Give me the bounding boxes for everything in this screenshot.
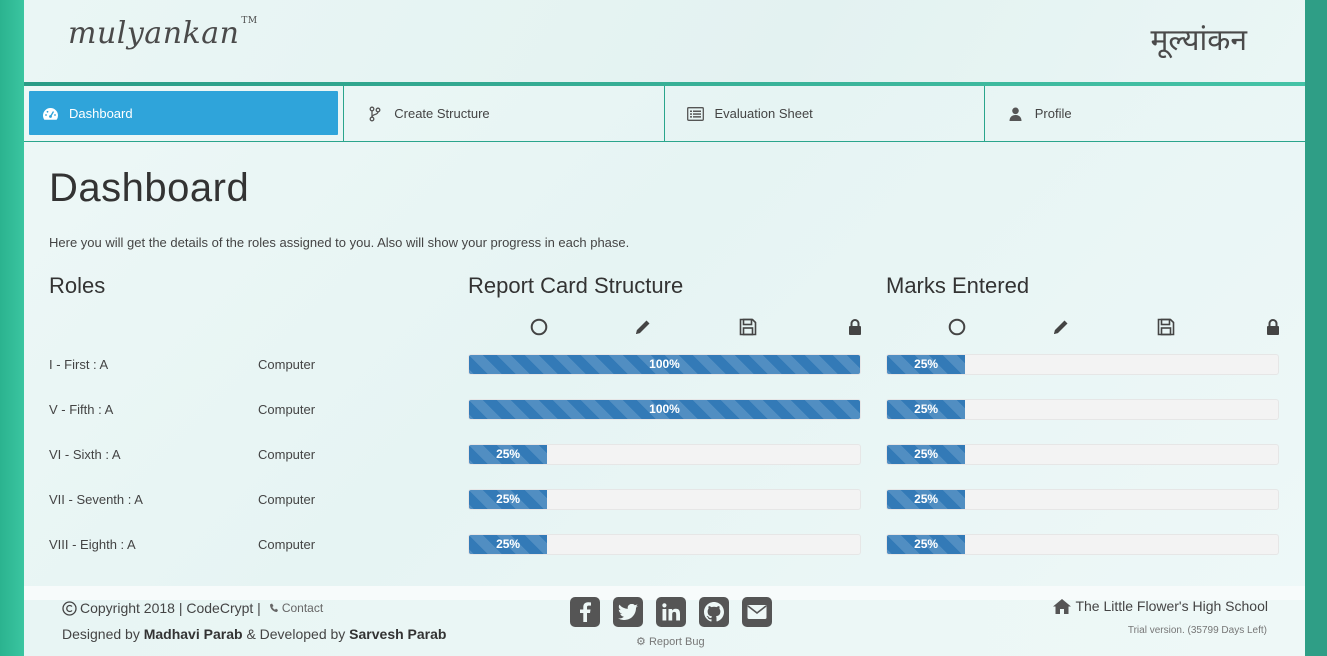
school-name: The Little Flower's High School (1053, 598, 1268, 614)
nav-item-profile[interactable]: Profile (985, 86, 1305, 141)
page-title: Dashboard (49, 166, 250, 210)
nav-label: Dashboard (69, 106, 133, 121)
logo-hindi: मूल्यांकन (1150, 23, 1247, 58)
school-label: The Little Flower's High School (1075, 598, 1268, 614)
marks-phase-icons (886, 318, 1279, 336)
nav-item-dashboard[interactable]: Dashboard (24, 86, 345, 141)
marks-heading: Marks Entered (886, 273, 1030, 298)
trial-notice: Trial version. (35799 Days Left) (1127, 625, 1267, 636)
row-class: VI - Sixth : A (49, 447, 121, 462)
twitter-icon[interactable] (613, 597, 643, 627)
pencil-icon (634, 318, 652, 336)
marks-progress-bar: 25% (886, 444, 1279, 465)
structure-progress-bar: 100% (468, 399, 861, 420)
logo[interactable]: mulyankan TM (68, 16, 258, 51)
designed-by-label: Designed by (62, 626, 140, 642)
nav-item-evaluation-sheet[interactable]: Evaluation Sheet (665, 86, 985, 141)
structure-progress-bar: 100% (468, 354, 861, 375)
developer-name: Sarvesh Parab (349, 626, 447, 642)
user-icon (1007, 105, 1025, 123)
report-bug-label: Report Bug (648, 636, 705, 648)
facebook-icon[interactable] (570, 597, 600, 627)
list-icon (687, 105, 705, 123)
row-class: V - Fifth : A (49, 402, 114, 417)
row-subject: Computer (258, 492, 316, 507)
lock-icon (1264, 318, 1282, 336)
row-class: I - First : A (49, 357, 109, 372)
marks-progress-fill: 25% (887, 535, 966, 554)
marks-progress-fill: 25% (887, 355, 966, 374)
marks-progress-fill: 25% (887, 400, 966, 419)
credits: Designed by Madhavi Parab & Developed by… (62, 626, 446, 642)
roles-heading: Roles (49, 273, 106, 298)
main-nav: Dashboard Create Structure Evaluation Sh… (24, 86, 1305, 142)
structure-progress-fill: 100% (469, 400, 860, 419)
footer: Copyright 2018 | CodeCrypt | Contact Des… (24, 597, 1305, 656)
row-subject: Computer (258, 357, 316, 372)
designer-name: Madhavi Parab (143, 626, 243, 642)
nav-item-create-structure[interactable]: Create Structure (344, 86, 665, 141)
pencil-icon (1052, 318, 1070, 336)
marks-progress-fill: 25% (887, 445, 966, 464)
structure-progress-bar: 25% (468, 444, 861, 465)
marks-progress-bar: 25% (886, 354, 1279, 375)
nav-label: Create Structure (394, 106, 490, 121)
copyright-icon (62, 600, 77, 616)
save-icon (739, 318, 757, 336)
structure-progress-bar: 25% (468, 489, 861, 510)
marks-progress-bar: 25% (886, 399, 1279, 420)
linkedin-icon[interactable] (656, 597, 686, 627)
copyright: Copyright 2018 | CodeCrypt | Contact (62, 600, 323, 616)
structure-progress-fill: 25% (469, 535, 548, 554)
branch-icon (366, 105, 384, 123)
marks-progress-fill: 25% (887, 490, 966, 509)
report-bug-link[interactable]: ⚙ Report Bug (636, 635, 705, 648)
structure-progress-bar: 25% (468, 534, 861, 555)
structure-progress-fill: 25% (469, 490, 548, 509)
row-subject: Computer (258, 537, 316, 552)
phone-icon (269, 603, 278, 613)
app-frame: mulyankan TM मूल्यांकन Dashboard Create S… (24, 0, 1305, 656)
structure-phase-icons (468, 318, 861, 336)
github-icon[interactable] (699, 597, 729, 627)
circle-icon (948, 318, 966, 336)
row-subject: Computer (258, 402, 316, 417)
structure-heading: Report Card Structure (468, 273, 684, 298)
row-class: VIII - Eighth : A (49, 537, 136, 552)
marks-progress-bar: 25% (886, 534, 1279, 555)
nav-label: Profile (1034, 106, 1072, 121)
marks-progress-bar: 25% (886, 489, 1279, 510)
structure-progress-fill: 100% (469, 355, 860, 374)
copyright-text: Copyright 2018 | CodeCrypt | (80, 600, 261, 616)
developed-by-label: & Developed by (246, 626, 346, 642)
social-links (570, 597, 772, 627)
lock-icon (846, 318, 864, 336)
envelope-icon[interactable] (742, 597, 772, 627)
structure-progress-fill: 25% (469, 445, 548, 464)
home-icon (1053, 598, 1072, 614)
row-class: VII - Seventh : A (49, 492, 143, 507)
dashboard-icon (41, 105, 59, 123)
header: mulyankan TM मूल्यांकन (24, 0, 1305, 82)
bug-icon: ⚙ (636, 636, 646, 648)
nav-label: Evaluation Sheet (714, 106, 813, 121)
row-subject: Computer (258, 447, 316, 462)
contact-link[interactable]: Contact (282, 601, 323, 615)
save-icon (1157, 318, 1175, 336)
page-intro: Here you will get the details of the rol… (49, 235, 630, 250)
circle-icon (530, 318, 548, 336)
